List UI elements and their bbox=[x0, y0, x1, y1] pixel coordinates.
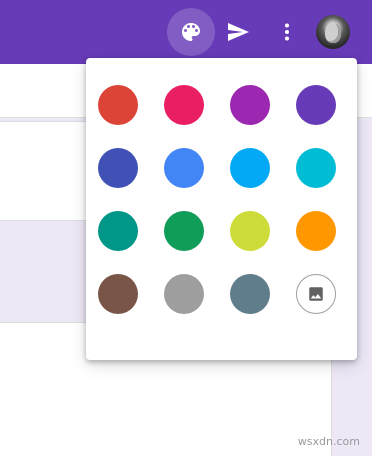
palette-icon bbox=[182, 23, 200, 41]
more-options-button[interactable] bbox=[263, 8, 311, 56]
color-swatch[interactable] bbox=[296, 211, 336, 251]
color-swatch[interactable] bbox=[296, 85, 336, 125]
color-swatch[interactable] bbox=[296, 148, 336, 188]
user-avatar[interactable] bbox=[316, 15, 350, 49]
color-swatch[interactable] bbox=[164, 148, 204, 188]
color-swatch[interactable] bbox=[164, 274, 204, 314]
color-swatch[interactable] bbox=[98, 148, 138, 188]
page: wsxdn.com bbox=[0, 0, 372, 456]
color-swatch[interactable] bbox=[98, 85, 138, 125]
top-app-bar bbox=[0, 0, 372, 64]
color-swatch[interactable] bbox=[230, 85, 270, 125]
color-swatch[interactable] bbox=[230, 148, 270, 188]
send-icon bbox=[228, 23, 249, 41]
color-swatch[interactable] bbox=[164, 211, 204, 251]
color-swatch[interactable] bbox=[230, 211, 270, 251]
more-vert-icon bbox=[285, 23, 289, 41]
avatar-face bbox=[325, 23, 341, 43]
color-swatch[interactable] bbox=[230, 274, 270, 314]
theme-color-popup bbox=[86, 58, 357, 360]
color-swatch[interactable] bbox=[164, 85, 204, 125]
custom-image-swatch[interactable] bbox=[296, 274, 336, 314]
watermark: wsxdn.com bbox=[297, 435, 360, 448]
color-swatch[interactable] bbox=[98, 274, 138, 314]
image-icon bbox=[309, 287, 323, 301]
color-swatch[interactable] bbox=[98, 211, 138, 251]
palette-button[interactable] bbox=[167, 8, 215, 56]
send-button[interactable] bbox=[214, 8, 262, 56]
